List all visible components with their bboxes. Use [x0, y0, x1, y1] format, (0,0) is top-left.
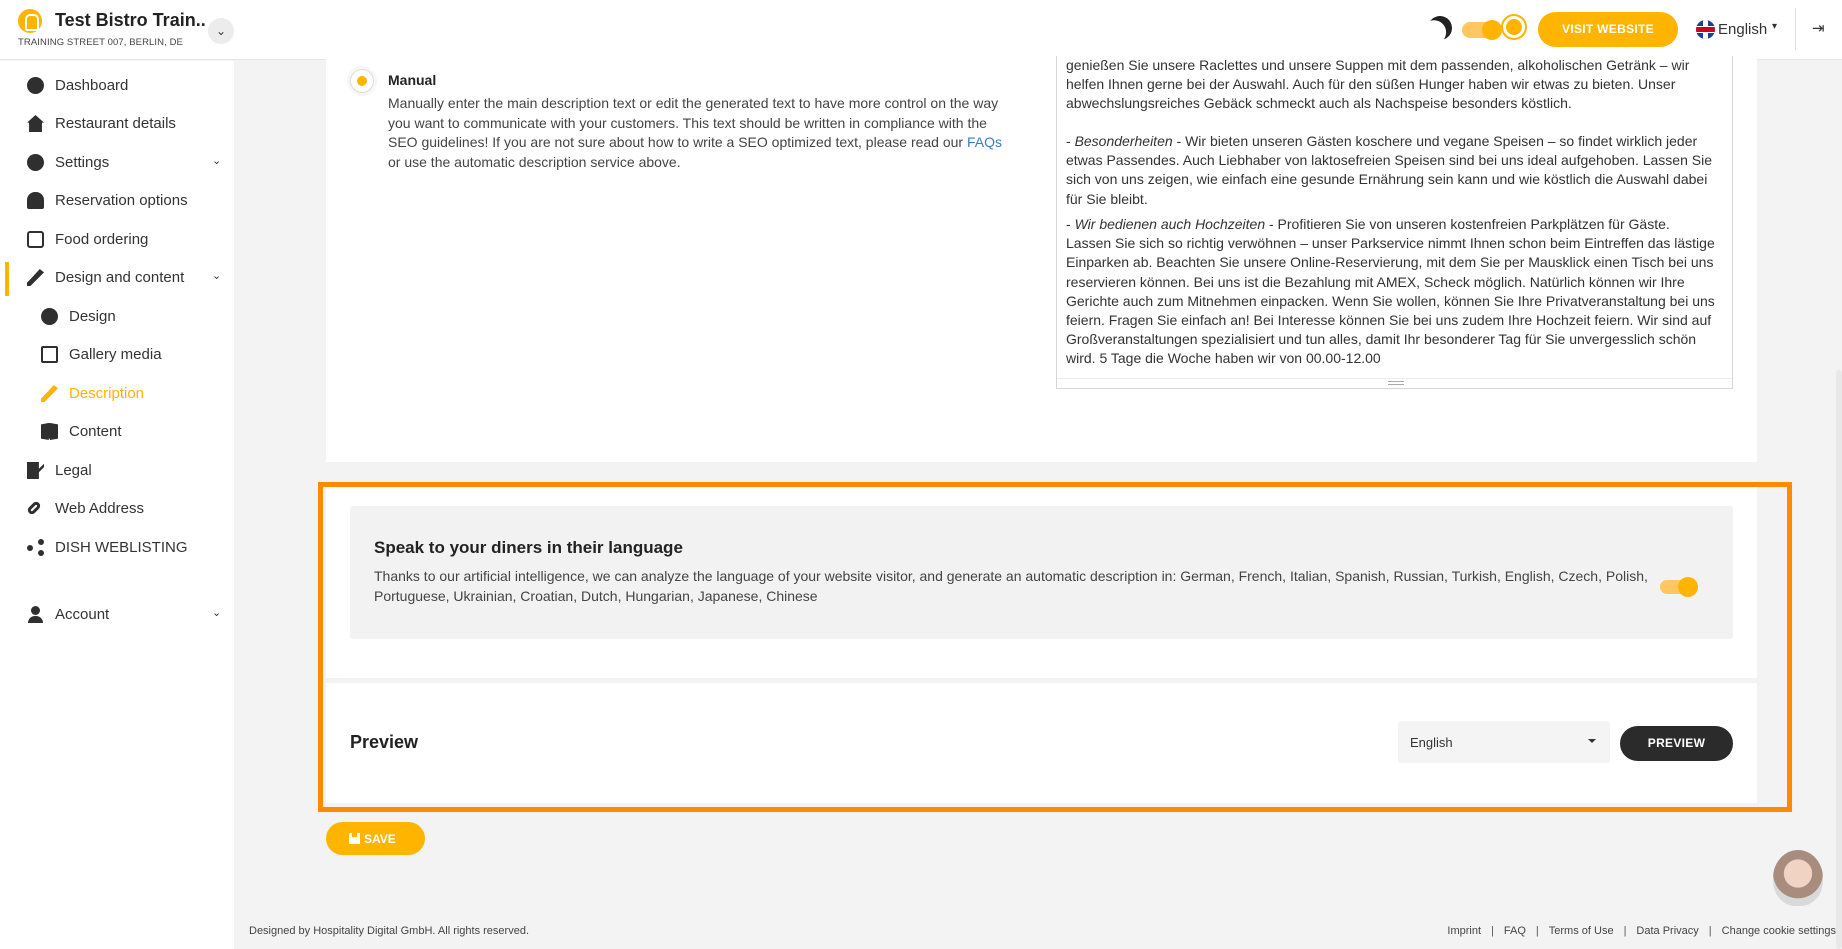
- sidebar-item-label: Gallery media: [69, 346, 162, 363]
- sidebar-item-label: Food ordering: [55, 231, 149, 248]
- footer-copyright: Designed by Hospitality Digital GmbH. Al…: [249, 925, 530, 937]
- link-icon: [26, 500, 42, 516]
- sidebar-item-description[interactable]: Description: [0, 375, 234, 413]
- moon-icon: [1425, 13, 1456, 44]
- bell-icon: [27, 192, 44, 209]
- footer-link-cookies[interactable]: Change cookie settings: [1722, 925, 1836, 937]
- footer-link-privacy[interactable]: Data Privacy: [1636, 925, 1698, 937]
- sidebar-item-design-and-content[interactable]: Design and content ⌄: [0, 259, 234, 297]
- sidebar-item-label: Restaurant details: [55, 115, 176, 132]
- sidebar-item-design[interactable]: Design: [0, 298, 234, 336]
- sidebar-item-label: DISH WEBLISTING: [55, 539, 188, 556]
- save-button[interactable]: SAVE: [326, 822, 425, 855]
- language-selector[interactable]: English: [1718, 21, 1767, 38]
- sun-icon: [1506, 19, 1522, 35]
- home-icon: [27, 115, 44, 132]
- chevron-down-icon: ⌄: [212, 155, 222, 167]
- logout-icon[interactable]: ⇥: [1812, 21, 1828, 37]
- sidebar-item-reservation-options[interactable]: Reservation options: [0, 182, 234, 220]
- sidebar-item-account[interactable]: Account ⌄: [0, 596, 234, 634]
- top-header: Test Bistro Train.. TRAINING STREET 007,…: [0, 0, 1842, 60]
- sidebar-item-restaurant-details[interactable]: Restaurant details: [0, 105, 234, 143]
- images-icon: [41, 346, 58, 363]
- legal-icon: [27, 462, 44, 479]
- sidebar-item-label: Legal: [55, 462, 92, 479]
- header-divider: [1795, 8, 1796, 50]
- sidebar-item-gallery-media[interactable]: Gallery media: [0, 336, 234, 374]
- footer-links: Imprint | FAQ | Terms of Use | Data Privacy | Ch…: [1447, 925, 1836, 937]
- floppy-disk-icon: [349, 833, 360, 844]
- chevron-down-icon: ⌄: [212, 607, 222, 619]
- sidebar-item-label: Content: [69, 423, 122, 440]
- sidebar-item-dashboard[interactable]: Dashboard: [0, 67, 234, 105]
- save-label: SAVE: [364, 832, 396, 846]
- visit-website-button[interactable]: VISIT WEBSITE: [1538, 12, 1678, 47]
- sidebar-item-content[interactable]: Content: [0, 413, 234, 451]
- sidebar-item-label: Design and content: [55, 269, 185, 286]
- highlight-frame: [318, 482, 1792, 812]
- gear-icon: [27, 154, 44, 171]
- theme-toggle[interactable]: [1462, 20, 1502, 40]
- palette-icon: [41, 308, 58, 325]
- sidebar-item-label: Web Address: [55, 500, 144, 517]
- sidebar-item-food-ordering[interactable]: Food ordering: [0, 221, 234, 259]
- bike-icon: [27, 231, 44, 248]
- description-paragraph: - Besonderheiten - Wir bieten unseren Gä…: [1066, 133, 1713, 207]
- faqs-link[interactable]: FAQs: [967, 134, 1002, 150]
- dashboard-icon: [27, 77, 44, 94]
- footer-link-imprint[interactable]: Imprint: [1447, 925, 1481, 937]
- description-textarea[interactable]: genießen Sie unsere Raclettes und unsere…: [1056, 56, 1733, 389]
- footer-link-faq[interactable]: FAQ: [1504, 925, 1526, 937]
- sidebar-item-label: Design: [69, 308, 116, 325]
- sidebar-item-label: Dashboard: [55, 77, 129, 94]
- manual-radio-button[interactable]: [350, 69, 374, 93]
- description-paragraph: genießen Sie unsere Raclettes und unsere…: [1066, 57, 1690, 112]
- brush-icon: [41, 385, 58, 402]
- description-paragraph: - Wir bedienen auch Hochzeiten - Profiti…: [1066, 216, 1715, 367]
- restaurant-logo-icon: [18, 9, 42, 33]
- sidebar-item-legal[interactable]: Legal: [0, 452, 234, 490]
- uk-flag-icon: [1696, 20, 1715, 39]
- sidebar: Dashboard Restaurant details Settings ⌄ …: [0, 61, 234, 949]
- textarea-divider: [1057, 378, 1732, 379]
- manual-option-description: Manually enter the main description text…: [388, 95, 1002, 170]
- sidebar-item-label: Reservation options: [55, 192, 188, 209]
- restaurant-name: Test Bistro Train..: [55, 10, 206, 30]
- sidebar-item-web-address[interactable]: Web Address: [0, 490, 234, 528]
- chevron-down-icon[interactable]: ▾: [1772, 21, 1777, 32]
- share-icon: [27, 539, 44, 556]
- restaurant-address: TRAINING STREET 007, BERLIN, DE: [18, 37, 183, 48]
- user-icon: [27, 606, 44, 623]
- chevron-down-icon: ⌄: [212, 270, 222, 282]
- sidebar-item-label: Settings: [55, 154, 110, 171]
- footer-link-terms[interactable]: Terms of Use: [1549, 925, 1614, 937]
- brush-icon: [27, 269, 44, 286]
- restaurant-switcher-chevron-icon[interactable]: ⌄: [208, 18, 234, 44]
- sidebar-item-dish-weblisting[interactable]: DISH WEBLISTING: [0, 529, 234, 567]
- resize-handle-icon[interactable]: [1388, 381, 1404, 385]
- sidebar-item-label: Account: [55, 606, 110, 623]
- sidebar-item-label: Description: [69, 385, 145, 402]
- sidebar-item-settings[interactable]: Settings ⌄: [0, 144, 234, 182]
- support-chat-avatar[interactable]: [1773, 850, 1823, 906]
- book-icon: [41, 423, 58, 440]
- page-scrollbar[interactable]: [1836, 370, 1842, 949]
- manual-option-title: Manual: [388, 72, 437, 88]
